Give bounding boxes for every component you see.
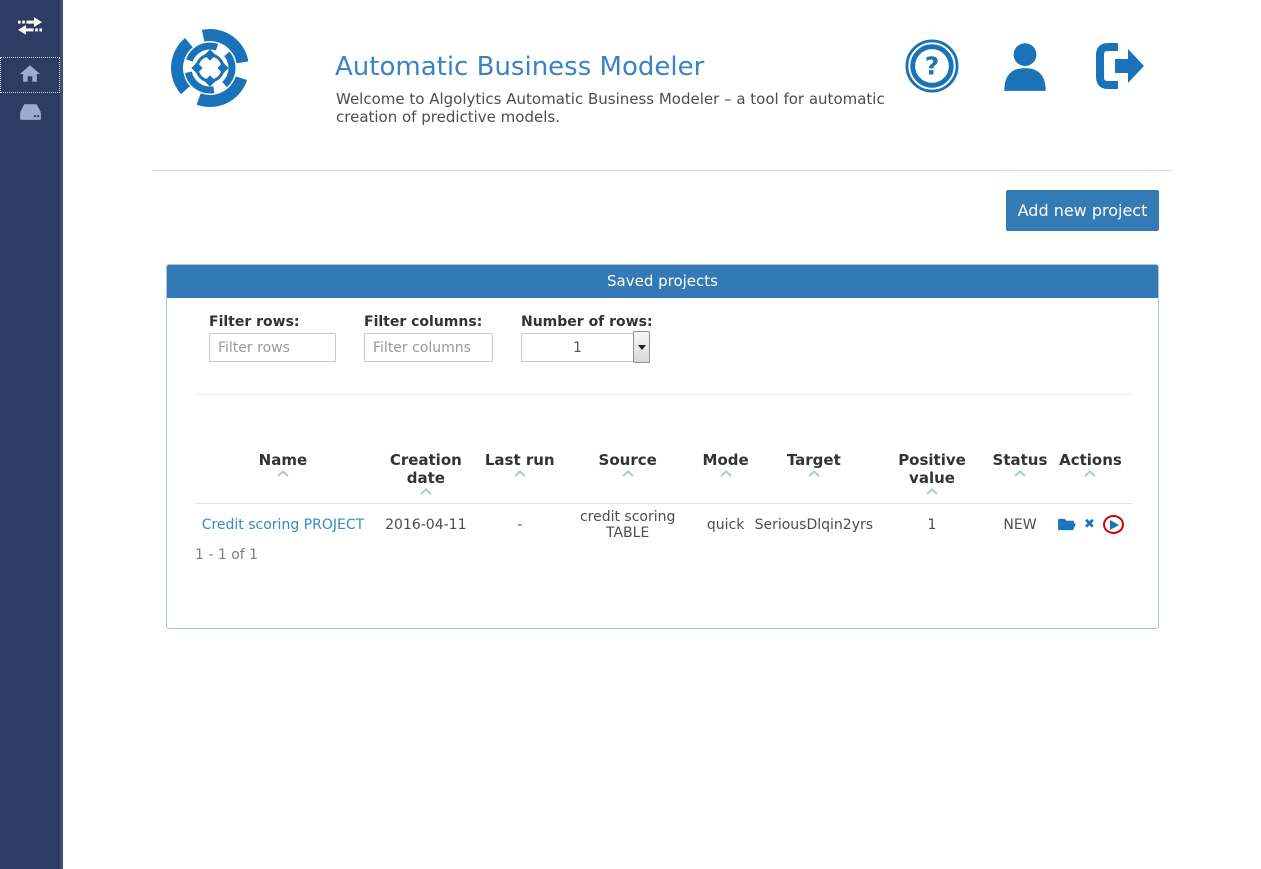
positive-value-cell: 1 [873, 504, 991, 546]
number-of-rows-input[interactable] [521, 333, 634, 362]
exchange-icon [15, 15, 45, 41]
filter-rows-label: Filter rows: [209, 314, 300, 330]
home-icon [19, 63, 41, 88]
open-project-icon[interactable] [1057, 517, 1076, 532]
panel-title: Saved projects [167, 265, 1158, 298]
filter-columns-input[interactable] [364, 333, 493, 362]
creation-date-cell: 2016-04-11 [371, 504, 481, 546]
sidebar-item-home[interactable] [0, 57, 60, 93]
run-project-icon[interactable] [1110, 520, 1119, 530]
last-run-cell: - [481, 504, 559, 546]
sort-caret-icon [697, 470, 755, 477]
header-divider [152, 170, 1172, 171]
help-icon[interactable]: ? [905, 39, 959, 97]
app-window: Automatic Business Modeler Welcome to Al… [0, 0, 1261, 869]
sidebar [0, 0, 63, 869]
sort-caret-icon [559, 470, 697, 477]
page-subtitle: Welcome to Algolytics Automatic Business… [336, 90, 901, 126]
table-header-row: Name Creation date Last run Source [195, 447, 1132, 504]
sidebar-item-datasets[interactable] [0, 96, 60, 132]
column-header-positive-value[interactable]: Positive value [873, 447, 991, 504]
delete-project-icon[interactable]: ✖ [1084, 518, 1095, 531]
panel-divider [195, 394, 1132, 395]
column-header-name[interactable]: Name [195, 447, 371, 504]
projects-table: Name Creation date Last run Source [195, 447, 1132, 546]
hdd-icon [18, 102, 43, 126]
column-header-status[interactable]: Status [991, 447, 1049, 504]
sidebar-item-toggle[interactable] [0, 10, 60, 46]
sort-caret-icon [873, 488, 991, 495]
sort-caret-icon [481, 470, 559, 477]
annotation-red-circle [1103, 515, 1124, 534]
sort-caret-icon [991, 470, 1049, 477]
project-name-link[interactable]: Credit scoring PROJECT [202, 517, 364, 533]
column-header-source[interactable]: Source [559, 447, 697, 504]
page-title: Automatic Business Modeler [335, 52, 704, 82]
column-header-mode[interactable]: Mode [697, 447, 755, 504]
target-cell: SeriousDlqin2yrs [755, 504, 873, 546]
column-header-creation-date[interactable]: Creation date [371, 447, 481, 504]
column-header-target[interactable]: Target [755, 447, 873, 504]
add-new-project-button[interactable]: Add new project [1006, 190, 1159, 231]
column-header-actions[interactable]: Actions [1049, 447, 1132, 504]
pagination-text: 1 - 1 of 1 [195, 547, 258, 563]
filter-rows-input[interactable] [209, 333, 336, 362]
number-of-rows-label: Number of rows: [521, 314, 653, 330]
svg-text:?: ? [925, 52, 940, 81]
table-row: Credit scoring PROJECT 2016-04-11 - cred… [195, 504, 1132, 546]
source-cell: credit scoring TABLE [559, 504, 697, 546]
logout-icon[interactable] [1090, 38, 1148, 98]
sort-caret-icon [755, 470, 873, 477]
sort-caret-icon [1049, 470, 1132, 477]
mode-cell: quick [697, 504, 755, 546]
sort-caret-icon [371, 488, 481, 495]
status-cell: NEW [991, 504, 1049, 546]
filter-columns-label: Filter columns: [364, 314, 482, 330]
number-of-rows-dropdown-button[interactable] [633, 331, 650, 363]
user-icon[interactable] [996, 37, 1054, 99]
chevron-down-icon [638, 345, 646, 350]
app-logo-icon [165, 23, 255, 113]
actions-cell: ✖ [1049, 504, 1132, 546]
sort-caret-icon [195, 470, 371, 477]
column-header-last-run[interactable]: Last run [481, 447, 559, 504]
saved-projects-panel: Saved projects Filter rows: Filter colum… [166, 264, 1159, 629]
